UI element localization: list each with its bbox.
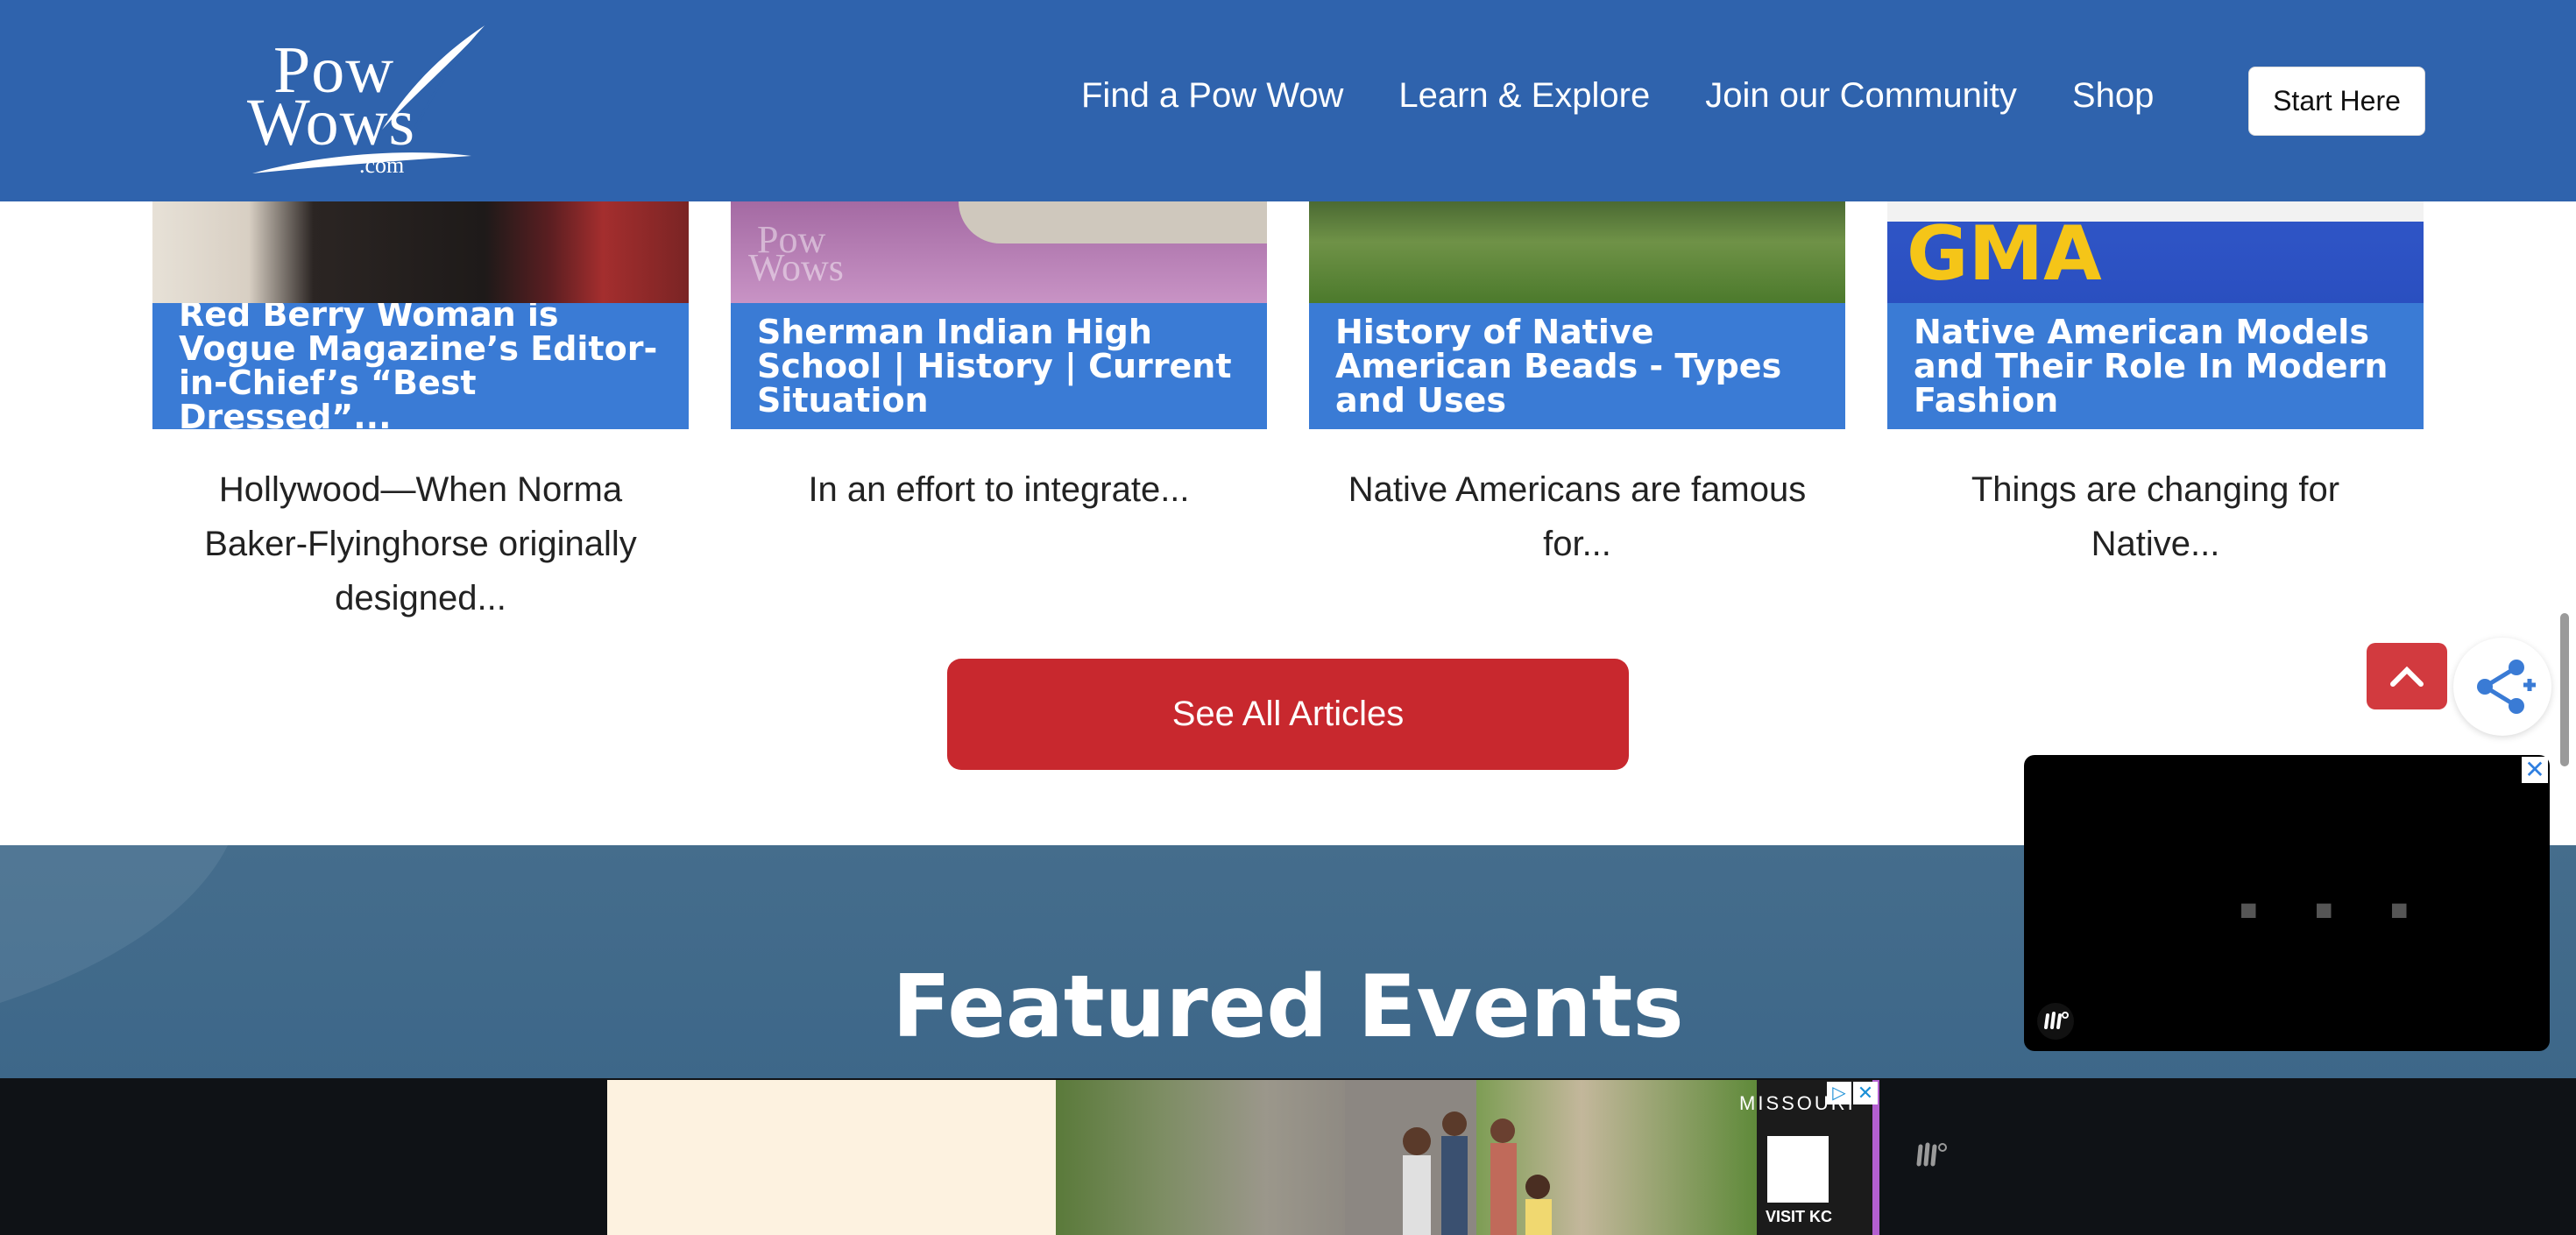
ad-banner[interactable]: MISSOURI VISIT KC ▷ ✕ xyxy=(607,1080,1879,1235)
article-title[interactable]: Native American Models and Their Role In… xyxy=(1887,303,2424,429)
nav-find-pow-wow[interactable]: Find a Pow Wow xyxy=(1081,76,1343,116)
article-image[interactable] xyxy=(1309,201,1845,303)
nav-shop[interactable]: Shop xyxy=(2072,76,2154,116)
watermark-text: Wows xyxy=(748,246,844,289)
article-image[interactable]: GMA xyxy=(1887,201,2424,303)
logo-line-3: .com xyxy=(359,152,405,178)
share-button[interactable] xyxy=(2453,638,2551,736)
ad-close-icon[interactable]: ✕ xyxy=(1853,1082,1878,1104)
scroll-to-top-button[interactable] xyxy=(2367,643,2447,709)
scrollbar-thumb[interactable] xyxy=(2560,613,2569,766)
article-title[interactable]: Red Berry Woman is Vogue Magazine’s Edit… xyxy=(152,298,689,434)
article-excerpt: Native Americans are famous for... xyxy=(1348,470,1807,563)
main-nav: Find a Pow Wow Learn & Explore Join our … xyxy=(1081,0,2209,201)
article-card[interactable]: GMA Native American Models and Their Rol… xyxy=(1887,201,2424,571)
article-image[interactable]: Pow Wows xyxy=(731,201,1267,303)
gma-logo-text: GMA xyxy=(1907,210,2102,298)
article-image[interactable] xyxy=(152,201,689,303)
article-excerpt: Things are changing for Native... xyxy=(1971,470,2340,563)
article-excerpt: Hollywood—When Norma Baker-Flyinghorse o… xyxy=(204,470,637,618)
ad-people-image xyxy=(1345,1080,1552,1235)
video-close-icon[interactable]: ✕ xyxy=(2522,757,2548,783)
nav-join-community[interactable]: Join our Community xyxy=(1705,76,2017,116)
ad-network-logo-icon xyxy=(1916,1142,1947,1167)
article-card[interactable]: History of Native American Beads - Types… xyxy=(1309,201,1845,571)
ad-visit-text: VISIT KC xyxy=(1766,1208,1833,1225)
article-title[interactable]: Sherman Indian High School | History | C… xyxy=(731,303,1267,429)
article-card[interactable]: Red Berry Woman is Vogue Magazine’s Edit… xyxy=(152,201,689,625)
adchoices-icon[interactable]: ▷ xyxy=(1827,1082,1851,1104)
player-logo-icon xyxy=(2037,1003,2074,1040)
kc-logo-icon xyxy=(1767,1136,1829,1203)
loading-dots: ■ ■ ■ xyxy=(2240,893,2433,927)
powwows-logo[interactable]: Pow Wows .com xyxy=(235,16,498,182)
logo-line-2: Wows xyxy=(247,86,416,159)
nav-learn-explore[interactable]: Learn & Explore xyxy=(1398,76,1650,116)
site-header: Pow Wows .com Find a Pow Wow Learn & Exp… xyxy=(0,0,2576,201)
article-title[interactable]: History of Native American Beads - Types… xyxy=(1309,303,1845,429)
article-card[interactable]: Pow Wows Sherman Indian High School | Hi… xyxy=(731,201,1267,517)
see-all-articles-button[interactable]: See All Articles xyxy=(947,659,1629,770)
start-here-button[interactable]: Start Here xyxy=(2248,67,2425,136)
chevron-up-icon xyxy=(2390,666,2424,687)
video-player[interactable]: ■ ■ ■ xyxy=(2024,755,2550,1051)
share-icon xyxy=(2477,660,2536,714)
beaded-band xyxy=(959,201,1267,243)
article-excerpt: In an effort to integrate... xyxy=(808,470,1190,509)
ad-photo xyxy=(1056,1080,1757,1235)
bottom-ad-bar: MISSOURI VISIT KC ▷ ✕ xyxy=(0,1078,2576,1235)
